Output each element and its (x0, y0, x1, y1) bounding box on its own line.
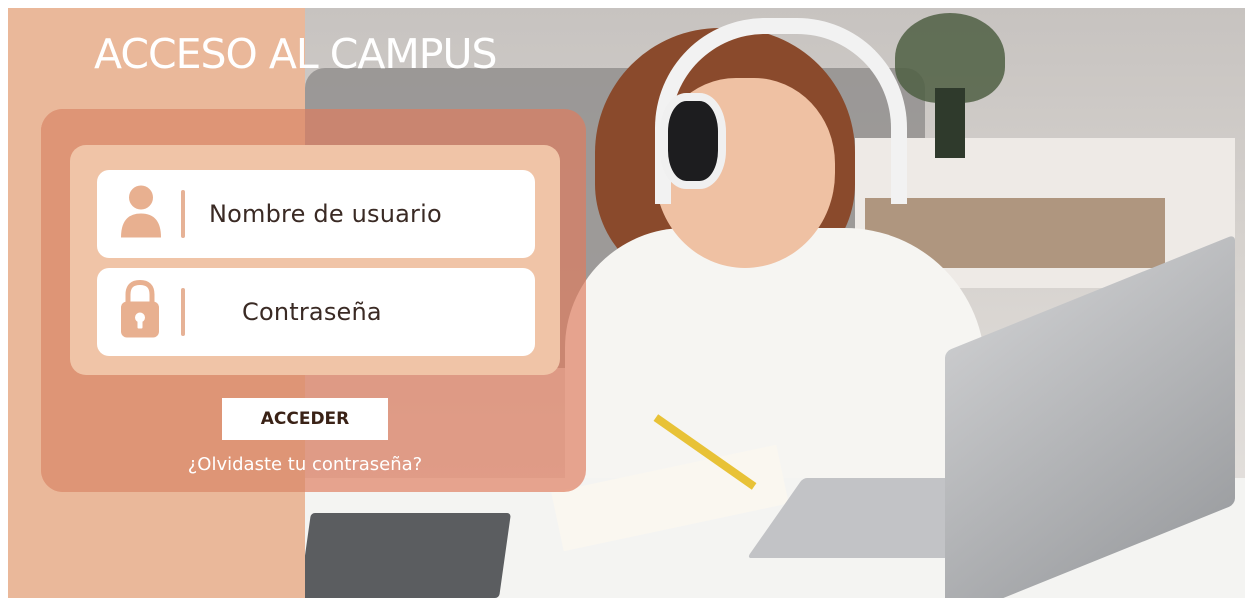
user-icon (119, 184, 163, 245)
field-divider (181, 190, 185, 238)
username-placeholder: Nombre de usuario (209, 200, 442, 228)
password-field[interactable]: Contraseña (97, 268, 535, 356)
login-button[interactable]: ACCEDER (222, 398, 388, 440)
page-title: ACCESO AL CAMPUS (94, 30, 498, 78)
field-divider (181, 288, 185, 336)
password-placeholder: Contraseña (242, 298, 382, 326)
login-page: ACCESO AL CAMPUS Nombre de usuario Contr… (8, 8, 1245, 598)
forgot-password-link[interactable]: ¿Olvidaste tu contraseña? (174, 454, 436, 475)
username-field[interactable]: Nombre de usuario (97, 170, 535, 258)
lock-icon (119, 279, 161, 345)
